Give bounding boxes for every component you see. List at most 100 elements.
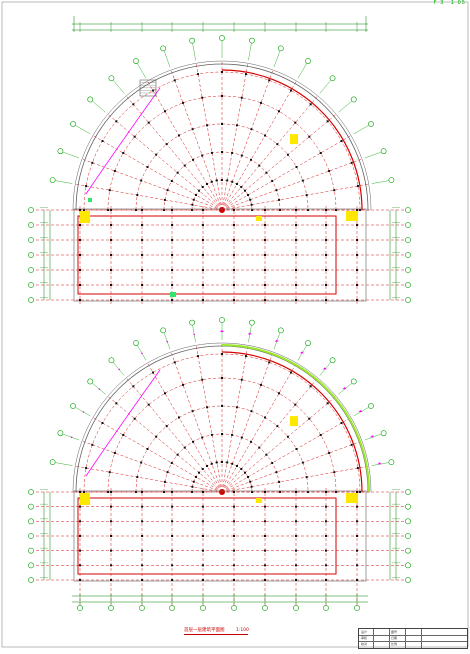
column (201, 436, 204, 439)
column (233, 254, 235, 256)
column (249, 480, 252, 483)
column (85, 185, 88, 188)
bubble-leader (273, 51, 280, 68)
axis-bubble-left (28, 547, 34, 554)
column (233, 520, 235, 523)
column (146, 448, 149, 450)
column (107, 209, 109, 211)
bubble-leader (75, 125, 91, 135)
column (202, 269, 204, 271)
bubble-leader (364, 152, 381, 159)
column (176, 171, 179, 174)
column (195, 194, 198, 196)
column (356, 467, 359, 470)
drawing-sheet (0, 0, 470, 650)
column (325, 491, 327, 493)
column (163, 480, 166, 483)
axis-bubble-bottom (77, 605, 83, 611)
column (278, 480, 281, 483)
axis-bubble-left (28, 282, 34, 288)
column (79, 284, 81, 286)
radial-bubble (87, 378, 94, 385)
column (325, 564, 327, 567)
canopy-marker (370, 435, 375, 438)
column (141, 505, 143, 508)
axis-bubble-right (405, 503, 411, 510)
axis-bubble-right (405, 282, 411, 288)
column (202, 284, 204, 286)
column (236, 465, 238, 468)
radial-axis (170, 350, 223, 493)
column (295, 299, 297, 301)
bubble-leader (319, 80, 331, 94)
column (250, 485, 253, 488)
canopy-marker (300, 351, 304, 354)
radial-axis (221, 376, 319, 493)
center-node (219, 489, 225, 495)
column (264, 491, 266, 493)
column (110, 224, 112, 226)
column (233, 209, 235, 211)
column (244, 355, 247, 358)
radial-bubble (70, 403, 76, 409)
column (251, 209, 253, 211)
column (202, 520, 204, 523)
radial-bubble (368, 403, 374, 409)
column (340, 140, 343, 142)
column (233, 491, 235, 493)
column (307, 209, 309, 211)
column (85, 467, 88, 470)
radial-axis (221, 395, 338, 493)
stair-core (256, 216, 262, 221)
column (325, 224, 327, 226)
dim-text-slot (365, 25, 375, 28)
title-block-cell: 设计 (361, 630, 368, 634)
column (191, 410, 194, 413)
column (264, 269, 266, 271)
column (295, 166, 298, 168)
drawing-title: 首层一层建筑平面图 1:100 (184, 627, 249, 633)
column (309, 103, 312, 106)
column (301, 461, 304, 464)
canopy-marker (166, 340, 169, 343)
axis-bubble-bottom (139, 605, 145, 611)
radial-bubble (368, 121, 374, 127)
column (79, 269, 81, 271)
column (192, 480, 195, 483)
column (295, 549, 297, 552)
column (110, 579, 112, 581)
dim-text-slot (242, 25, 252, 28)
column (79, 579, 81, 581)
radial-axis (221, 440, 364, 493)
radial-bubble (248, 37, 255, 44)
column (113, 170, 116, 173)
column (171, 299, 173, 301)
column (221, 95, 223, 97)
column (240, 378, 243, 381)
dim-text-slot (211, 25, 221, 28)
column (191, 209, 193, 211)
column (171, 549, 173, 552)
column (231, 433, 234, 436)
column (147, 403, 150, 406)
title-block-cell: 审核 (361, 636, 368, 640)
column (206, 183, 208, 186)
column (176, 453, 179, 456)
column (202, 491, 204, 493)
radial-bubble (388, 459, 395, 466)
radial-bubble (189, 37, 196, 44)
column (215, 179, 218, 182)
column (171, 269, 173, 271)
column (328, 170, 331, 173)
radial-axis (125, 94, 223, 211)
column (110, 535, 112, 537)
column (264, 134, 266, 137)
column (140, 179, 143, 182)
column (141, 549, 143, 552)
column (290, 371, 292, 374)
column (133, 417, 136, 420)
service-fill (88, 198, 92, 202)
title-block-row (359, 641, 467, 642)
column (202, 239, 204, 241)
axis-bubble-bottom (262, 605, 268, 611)
